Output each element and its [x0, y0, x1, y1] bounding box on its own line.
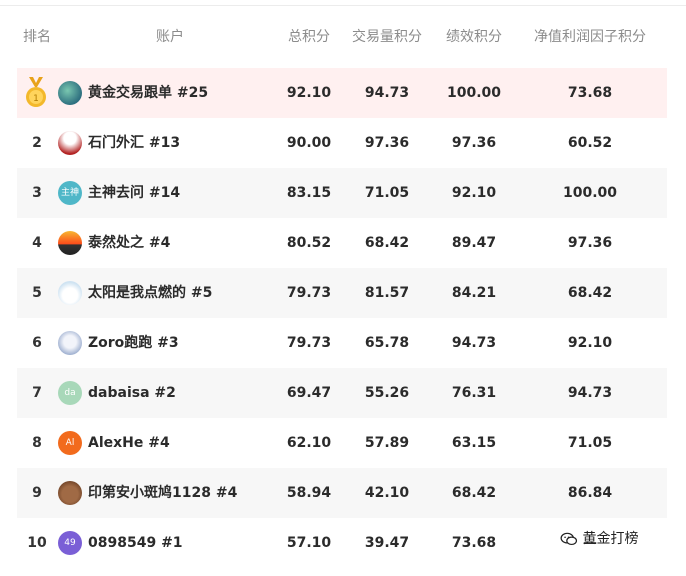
account-name[interactable]: Zoro跑跑 #3 [88, 318, 179, 368]
table-row[interactable]: 2 石门外汇 #13 90.00 97.36 97.36 60.52 [17, 118, 667, 168]
account-name[interactable]: 印第安小斑鸠1128 #4 [88, 468, 237, 518]
globe-avatar[interactable] [58, 81, 82, 105]
header-net-value: 净值利润因子积分 [534, 29, 646, 45]
account-name[interactable]: 石门外汇 #13 [88, 118, 180, 168]
volume-score: 65.78 [364, 335, 410, 351]
account-name[interactable]: 太阳是我点燃的 #5 [88, 268, 212, 318]
total-score: 83.15 [286, 185, 332, 201]
account-name[interactable]: 泰然处之 #4 [88, 218, 170, 268]
volume-score: 68.42 [364, 235, 410, 251]
table-row[interactable]: 4 泰然处之 #4 80.52 68.42 89.47 97.36 [17, 218, 667, 268]
volume-score: 94.73 [364, 85, 410, 101]
text-avatar[interactable]: Al [58, 431, 82, 455]
account-name[interactable]: dabaisa #2 [88, 368, 176, 418]
net-value-score: 60.52 [567, 135, 613, 151]
text-avatar[interactable]: 主神 [58, 181, 82, 205]
account-name[interactable]: 黄金交易跟单 #25 [88, 68, 208, 118]
net-value-score: 71.05 [567, 435, 613, 451]
net-value-score: 94.73 [567, 385, 613, 401]
anime-avatar[interactable] [58, 331, 82, 355]
table-row[interactable]: 1 黄金交易跟单 #25 92.10 94.73 100.00 73.68 [17, 68, 667, 118]
rank-number: 8 [32, 435, 42, 451]
tower-avatar[interactable] [58, 131, 82, 155]
top-divider [0, 5, 686, 6]
svg-text:1: 1 [33, 94, 39, 104]
rank-number: 9 [32, 485, 42, 501]
net-value-score: 73.68 [567, 85, 613, 101]
net-value-score: 68.42 [567, 285, 613, 301]
account-name[interactable]: 0898549 #1 [88, 518, 183, 568]
performance-score: 73.68 [451, 535, 497, 551]
performance-score: 92.10 [451, 185, 497, 201]
rank-number: 6 [32, 335, 42, 351]
volume-score: 81.57 [364, 285, 410, 301]
rank-number: 10 [27, 535, 47, 551]
volume-score: 55.26 [364, 385, 410, 401]
net-value-score: 86.84 [567, 485, 613, 501]
rank-number: 3 [32, 185, 42, 201]
account-name[interactable]: AlexHe #4 [88, 418, 170, 468]
account-name[interactable]: 主神去问 #14 [88, 168, 180, 218]
table-row[interactable]: 7 da dabaisa #2 69.47 55.26 76.31 94.73 [17, 368, 667, 418]
header-volume: 交易量积分 [352, 29, 422, 45]
performance-score: 63.15 [451, 435, 497, 451]
volume-score: 57.89 [364, 435, 410, 451]
total-score: 57.10 [286, 535, 332, 551]
total-score: 79.73 [286, 335, 332, 351]
performance-score: 89.47 [451, 235, 497, 251]
total-score: 90.00 [286, 135, 332, 151]
performance-score: 76.31 [451, 385, 497, 401]
rank-number: 5 [32, 285, 42, 301]
gold-medal-icon: 1 [26, 77, 46, 107]
performance-score: 97.36 [451, 135, 497, 151]
total-score: 58.94 [286, 485, 332, 501]
wechat-icon [560, 532, 578, 546]
volume-score: 42.10 [364, 485, 410, 501]
volume-score: 71.05 [364, 185, 410, 201]
table-row[interactable]: 9 印第安小斑鸠1128 #4 58.94 42.10 68.42 86.84 [17, 468, 667, 518]
performance-score: 100.00 [446, 85, 502, 101]
net-value-score: 92.10 [567, 335, 613, 351]
volume-score: 39.47 [364, 535, 410, 551]
watermark: 黄金打榜 [560, 528, 638, 548]
rank-number: 4 [32, 235, 42, 251]
total-score: 80.52 [286, 235, 332, 251]
performance-score: 94.73 [451, 335, 497, 351]
table-row[interactable]: 3 主神 主神去问 #14 83.15 71.05 92.10 100.00 [17, 168, 667, 218]
table-row[interactable]: 6 Zoro跑跑 #3 79.73 65.78 94.73 92.10 [17, 318, 667, 368]
total-score: 92.10 [286, 85, 332, 101]
net-value-score: 100.00 [562, 185, 618, 201]
table-row[interactable]: 5 太阳是我点燃的 #5 79.73 81.57 84.21 68.42 [17, 268, 667, 318]
total-score: 79.73 [286, 285, 332, 301]
total-score: 69.47 [286, 385, 332, 401]
sunset-avatar[interactable] [58, 231, 82, 255]
total-score: 62.10 [286, 435, 332, 451]
rank-number: 7 [32, 385, 42, 401]
dog-avatar[interactable] [58, 481, 82, 505]
table-row[interactable]: 8 Al AlexHe #4 62.10 57.89 63.15 71.05 [17, 418, 667, 468]
performance-score: 68.42 [451, 485, 497, 501]
text-avatar[interactable]: da [58, 381, 82, 405]
text-avatar[interactable]: 49 [58, 531, 82, 555]
header-rank: 排名 [23, 29, 51, 45]
table-header: 排名 账户 总积分 交易量积分 绩效积分 净值利润因子积分 [0, 16, 686, 56]
rank-number: 2 [32, 135, 42, 151]
net-value-score: 97.36 [567, 235, 613, 251]
volume-score: 97.36 [364, 135, 410, 151]
cloud-avatar[interactable] [58, 281, 82, 305]
watermark-text: 黄金打榜 [582, 531, 639, 547]
header-performance: 绩效积分 [446, 29, 502, 45]
header-total: 总积分 [288, 29, 330, 45]
performance-score: 84.21 [451, 285, 497, 301]
header-account: 账户 [156, 29, 184, 45]
